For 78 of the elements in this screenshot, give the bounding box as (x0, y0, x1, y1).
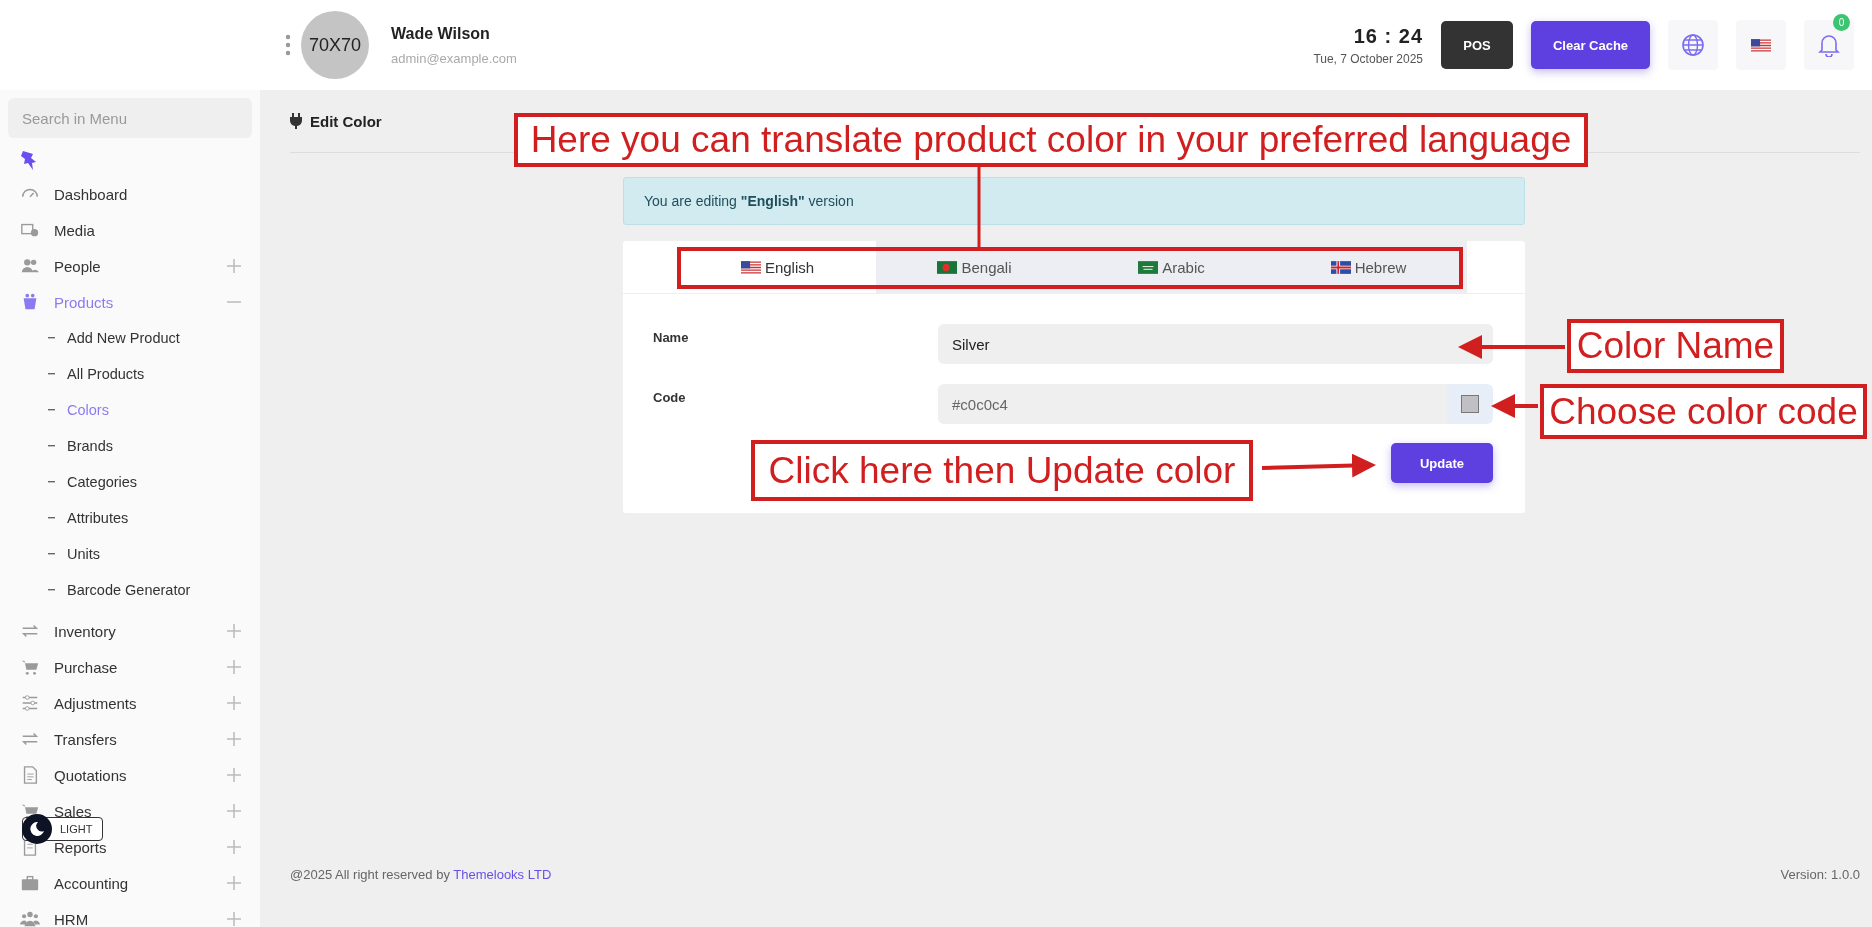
dash-icon (48, 409, 55, 411)
briefcase-icon (20, 873, 40, 893)
field-label: Name (653, 329, 690, 345)
clear-cache-button[interactable]: Clear Cache (1531, 21, 1650, 69)
field-label: Code (653, 389, 687, 405)
update-button[interactable]: Update (1391, 443, 1493, 483)
us-flag-icon (1751, 38, 1771, 52)
sidebar-item[interactable]: Purchase (8, 649, 252, 685)
saudi-flag-icon (1138, 260, 1159, 274)
annotation-callout: Choose color code (1540, 384, 1867, 439)
us-flag-icon (740, 260, 761, 274)
sidebar-item[interactable]: HRM (8, 901, 252, 927)
submenu-item[interactable]: All Products (8, 356, 252, 392)
page-title: Edit Color (310, 112, 382, 130)
submenu-item[interactable]: Categories (8, 464, 252, 500)
clock-time: 16 : 24 (1353, 24, 1423, 48)
globe-icon (1681, 33, 1705, 57)
sliders-icon (20, 693, 40, 713)
pos-button[interactable]: POS (1441, 21, 1513, 69)
submenu-item[interactable]: Add New Product (8, 320, 252, 356)
dash-icon (48, 589, 55, 591)
moon-icon (22, 814, 52, 844)
expand-icon[interactable] (226, 803, 242, 819)
menu-search-field[interactable]: Search in Menu (8, 98, 252, 138)
sidebar-item[interactable]: Inventory (8, 613, 252, 649)
pin-icon[interactable] (20, 150, 38, 170)
bangladesh-flag-icon (937, 260, 958, 274)
dash-icon (48, 373, 55, 375)
user-email: admin@example.com (391, 50, 517, 66)
copyright-text: @2025 All right reserved by Themelooks LTD (290, 867, 552, 882)
expand-icon[interactable] (226, 731, 242, 747)
expand-icon[interactable] (226, 695, 242, 711)
alert-text: You are editing "English" version (644, 193, 854, 209)
color-code-field[interactable]: #c0c0c4 (938, 384, 1447, 424)
dash-icon (48, 445, 55, 447)
submenu-item[interactable]: Barcode Generator (8, 572, 252, 608)
notifications-button[interactable] (1804, 20, 1854, 70)
clock-date: Tue, 7 October 2025 (1313, 51, 1423, 66)
theme-toggle[interactable]: LIGHT (22, 817, 104, 841)
expand-icon[interactable] (226, 767, 242, 783)
expand-icon[interactable] (226, 839, 242, 855)
more-icon[interactable] (285, 34, 291, 56)
notification-badge: 0 (1833, 14, 1850, 31)
iceland-flag-icon (1330, 260, 1351, 274)
expand-icon[interactable] (226, 623, 242, 639)
sidebar-item[interactable]: Transfers (8, 721, 252, 757)
bell-icon (1818, 33, 1840, 57)
sidebar-item[interactable]: Quotations (8, 757, 252, 793)
sidebar-item[interactable]: Accounting (8, 865, 252, 901)
sidebar-item[interactable]: Adjustments (8, 685, 252, 721)
company-link[interactable]: Themelooks LTD (453, 867, 552, 882)
color-picker-button[interactable] (1447, 384, 1493, 424)
expand-icon[interactable] (226, 258, 242, 274)
sidebar-item[interactable]: People (8, 248, 252, 284)
dash-icon (48, 481, 55, 483)
sidebar-item[interactable]: Dashboard (8, 176, 252, 212)
plug-icon (290, 113, 302, 129)
arrow (1491, 394, 1538, 418)
dash-icon (48, 337, 55, 339)
people-icon (20, 909, 40, 927)
name-field[interactable]: Silver (938, 324, 1493, 364)
expand-icon[interactable] (226, 911, 242, 927)
submenu-item[interactable]: Brands (8, 428, 252, 464)
annotation-callout: Color Name (1567, 319, 1784, 373)
annotation-callout: Here you can translate product color in your preferred language (514, 113, 1588, 167)
dash-icon (48, 553, 55, 555)
user-name: Wade Wilson (391, 24, 491, 43)
expand-icon[interactable] (226, 659, 242, 675)
annotation-callout: Click here then Update color (751, 440, 1253, 501)
sidebar-item[interactable]: Media (8, 212, 252, 248)
language-button[interactable] (1668, 20, 1718, 70)
version-text: Version: 1.0.0 (1780, 867, 1860, 882)
expand-icon[interactable] (226, 875, 242, 891)
dash-icon (48, 517, 55, 519)
flag-button[interactable] (1736, 20, 1786, 70)
avatar-placeholder-text: 70X70 (308, 34, 362, 56)
submenu-item[interactable]: Attributes (8, 500, 252, 536)
submenu-item[interactable]: Units (8, 536, 252, 572)
